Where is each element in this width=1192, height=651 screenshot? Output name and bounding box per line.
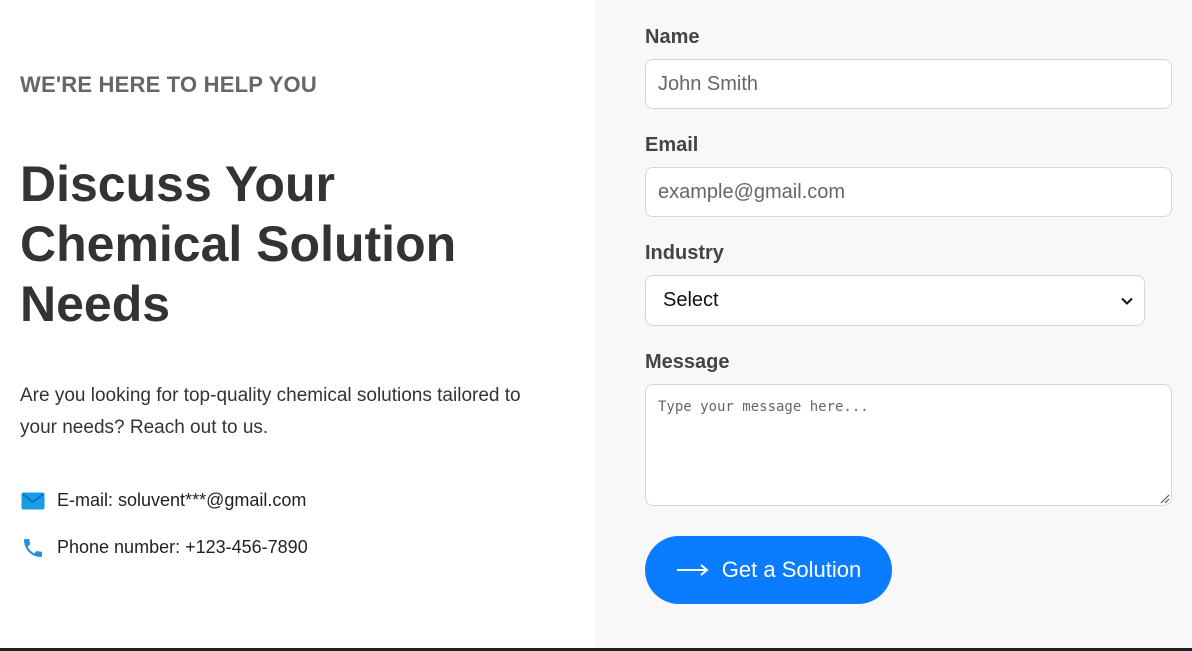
phone-label: Phone number:	[57, 537, 186, 557]
envelope-icon	[20, 488, 45, 513]
intro-text: Are you looking for top-quality chemical…	[20, 385, 521, 438]
page-title: Discuss Your Chemical Solution Needs	[20, 156, 457, 332]
resize-handle-icon[interactable]	[1158, 491, 1170, 504]
contact-phone: Phone number: +123-456-7890	[20, 535, 308, 560]
email-label: E-mail:	[57, 490, 119, 510]
chevron-down-icon	[1120, 294, 1134, 308]
left-panel: WE'RE HERE TO HELP YOU Discuss Your Chem…	[0, 0, 595, 648]
section-eyebrow: WE'RE HERE TO HELP YOU	[20, 72, 317, 97]
phone-icon	[20, 535, 45, 560]
industry-selected-value: Select	[663, 289, 719, 311]
message-textarea[interactable]	[645, 384, 1172, 506]
email-input[interactable]	[645, 167, 1172, 217]
phone-value: +123-456-7890	[185, 537, 308, 557]
industry-label: Industry	[645, 242, 724, 264]
get-solution-button[interactable]: Get a Solution	[645, 536, 892, 604]
contact-email: E-mail: soluvent***@gmail.com	[20, 488, 306, 513]
name-label: Name	[645, 26, 700, 48]
get-solution-label: Get a Solution	[721, 557, 862, 582]
industry-select[interactable]: Select	[645, 275, 1145, 326]
name-input[interactable]	[645, 59, 1172, 109]
arrow-right-icon	[676, 563, 710, 577]
email-value: soluvent***@gmail.com	[118, 490, 307, 510]
message-label: Message	[645, 351, 730, 373]
email-field-label: Email	[645, 134, 699, 156]
